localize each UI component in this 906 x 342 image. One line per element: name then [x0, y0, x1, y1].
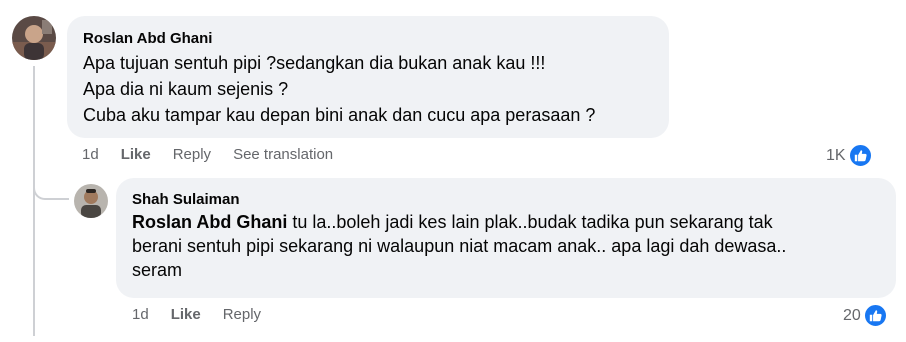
comment-bubble: Roslan Abd Ghani Apa tujuan sentuh pipi …: [67, 16, 669, 138]
avatar[interactable]: [12, 16, 56, 60]
thread-line: [33, 66, 35, 336]
thumbs-up-icon: [847, 143, 873, 168]
reply-timestamp[interactable]: 1d: [132, 306, 149, 323]
reply-text-line: Roslan Abd Ghani tu la..boleh jadi kes l…: [132, 210, 880, 234]
comment-text-line: Apa dia ni kaum sejenis ?: [83, 79, 289, 99]
reply-actions: 1d Like Reply: [132, 306, 283, 323]
reply-text-line: seram: [132, 260, 183, 280]
comment-text-line: Cuba aku tampar kau depan bini anak dan …: [83, 105, 596, 125]
reply-text: tu la..boleh jadi kes lain plak..budak t…: [287, 212, 773, 232]
reaction-count: 20: [843, 306, 861, 324]
reply-button[interactable]: Reply: [173, 146, 211, 163]
reaction-count: 1K: [826, 146, 846, 164]
comment-actions: 1d Like Reply See translation: [82, 146, 355, 163]
thread-connector: [33, 170, 69, 200]
thumbs-up-icon: [862, 303, 888, 328]
like-button[interactable]: Like: [171, 306, 201, 323]
comment-text-line: Apa tujuan sentuh pipi ?sedangkan dia bu…: [83, 53, 546, 73]
reply-author[interactable]: Shah Sulaiman: [132, 190, 880, 210]
avatar[interactable]: [74, 184, 108, 218]
see-translation-link[interactable]: See translation: [233, 146, 333, 163]
comment-timestamp[interactable]: 1d: [82, 146, 99, 163]
reply-bubble: Shah Sulaiman Roslan Abd Ghani tu la..bo…: [116, 178, 896, 298]
reply-button[interactable]: Reply: [223, 306, 261, 323]
reaction-summary[interactable]: 20: [843, 303, 888, 328]
reply-text-line: berani sentuh pipi sekarang ni walaupun …: [132, 236, 787, 256]
comment-author[interactable]: Roslan Abd Ghani: [83, 29, 653, 49]
like-button[interactable]: Like: [121, 146, 151, 163]
reaction-summary[interactable]: 1K: [826, 143, 873, 168]
mention-link[interactable]: Roslan Abd Ghani: [132, 212, 287, 232]
